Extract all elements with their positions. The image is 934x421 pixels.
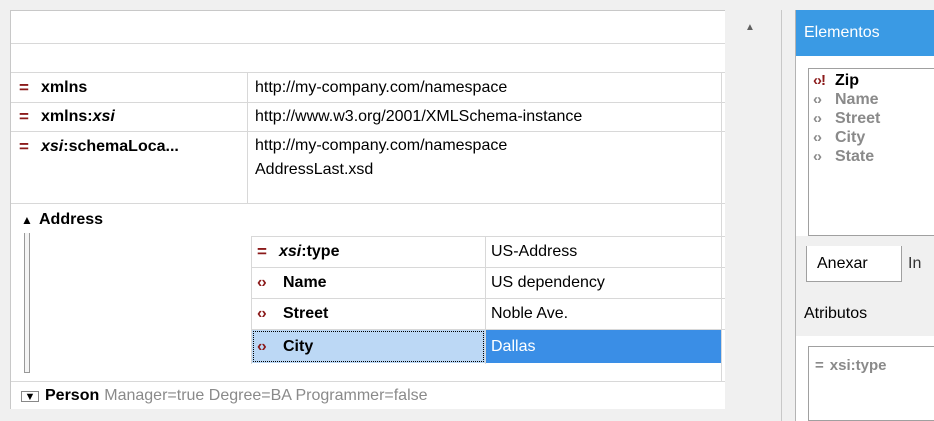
- element-value: Dallas: [491, 337, 536, 355]
- tab-label: Anexar: [817, 254, 868, 272]
- element-list-label: Street: [835, 109, 881, 127]
- attr-schemalocation-value[interactable]: http://my-company.com/namespace AddressL…: [255, 134, 507, 182]
- scroll-up-arrow-icon[interactable]: ▲: [745, 22, 755, 33]
- element-list-item[interactable]: ‹› City: [813, 128, 934, 147]
- attr-xmlns[interactable]: = xmlns: [19, 73, 87, 102]
- element-list-item[interactable]: ‹› State: [813, 147, 934, 166]
- element-list-label: City: [835, 128, 866, 146]
- element-list-label: Zip: [835, 71, 859, 89]
- element-name: Street: [283, 305, 329, 322]
- attribute-icon: =: [815, 357, 824, 374]
- attr-schemalocation[interactable]: = xsi:schemaLoca...: [19, 132, 179, 161]
- element-icon: ‹›: [257, 337, 267, 355]
- xml-grid-view[interactable]: = xmlns http://my-company.com/namespace …: [10, 10, 725, 409]
- tab-insert[interactable]: In: [908, 246, 934, 282]
- element-list-item[interactable]: ‹›! Zip: [813, 71, 934, 90]
- attr-value: http://my-company.com/namespace: [255, 78, 508, 96]
- elements-list[interactable]: ‹›! Zip ‹› Name ‹› Street ‹› City ‹› Sta…: [808, 68, 934, 236]
- triangle-down-icon[interactable]: ▼: [21, 390, 39, 402]
- element-icon: ‹›: [813, 129, 822, 146]
- attr-name: xsi: [92, 108, 115, 125]
- attribute-icon: =: [257, 242, 267, 261]
- element-list-item[interactable]: ‹› Name: [813, 90, 934, 109]
- attr-name: xmlns: [41, 78, 88, 96]
- attr-xmlns-value[interactable]: http://my-company.com/namespace: [255, 73, 507, 102]
- attribute-icon: =: [19, 136, 29, 156]
- element-icon: ‹›: [813, 110, 822, 127]
- element-value: Noble Ave.: [491, 305, 569, 322]
- collapse-bar[interactable]: [24, 233, 30, 373]
- attribute-list-item[interactable]: xsi:type: [830, 357, 887, 374]
- attr-prefix: xsi: [41, 137, 64, 155]
- element-icon: ‹›: [813, 91, 822, 108]
- element-name: Person: [45, 387, 100, 404]
- element-summary: Manager=true Degree=BA Programmer=false: [104, 387, 428, 404]
- attr-prefix: xmlns:: [41, 108, 93, 125]
- attr-name: :type: [301, 243, 340, 260]
- triangle-up-icon[interactable]: ▲: [21, 213, 39, 227]
- tab-anexar[interactable]: Anexar: [806, 246, 902, 282]
- attr-prefix: xsi: [279, 243, 302, 260]
- address-attr-xsi-type[interactable]: = xsi:type: [257, 237, 339, 267]
- vertical-scrollbar[interactable]: ▲: [733, 10, 782, 421]
- element-name: City: [283, 337, 314, 355]
- attr-value: US-Address: [491, 243, 578, 260]
- address-element-street[interactable]: ‹› Street: [257, 299, 328, 329]
- elements-panel-title: Elementos: [796, 10, 934, 56]
- element-list-label: Name: [835, 90, 879, 108]
- element-person[interactable]: ▼ Person Manager=true Degree=BA Programm…: [21, 384, 428, 408]
- attributes-panel-title: Atributos: [796, 292, 934, 336]
- address-element-city[interactable]: ‹› City: [252, 330, 485, 363]
- attr-value-line: AddressLast.xsd: [255, 161, 374, 178]
- address-element-name[interactable]: ‹› Name: [257, 268, 327, 298]
- tab-label: In: [908, 255, 922, 272]
- element-address[interactable]: ▲ Address: [21, 208, 103, 232]
- element-name: Address: [39, 211, 104, 228]
- attr-xmlns-xsi[interactable]: = xmlns: xsi: [19, 103, 115, 131]
- address-attr-xsi-type-value[interactable]: US-Address: [491, 237, 577, 267]
- entry-helper-panel: Elementos ‹›! Zip ‹› Name ‹› Street ‹› C…: [795, 10, 934, 421]
- element-value: US dependency: [491, 274, 605, 291]
- element-icon: ‹›: [257, 274, 267, 291]
- attr-xmlns-xsi-value[interactable]: http://www.w3.org/2001/XMLSchema-instanc…: [255, 103, 582, 131]
- attr-value: http://www.w3.org/2001/XMLSchema-instanc…: [255, 108, 583, 125]
- attribute-icon: =: [19, 107, 29, 126]
- attributes-list[interactable]: = xsi:type: [808, 346, 934, 421]
- attr-value-line: http://my-company.com/namespace: [255, 137, 508, 154]
- mandatory-element-icon: ‹›!: [813, 72, 826, 89]
- attribute-icon: =: [19, 77, 29, 97]
- element-icon: ‹›: [813, 148, 822, 165]
- attr-name: :schemaLoca...: [63, 137, 179, 155]
- element-list-label: State: [835, 147, 875, 165]
- element-list-item[interactable]: ‹› Street: [813, 109, 934, 128]
- address-element-street-value[interactable]: Noble Ave.: [491, 299, 568, 329]
- insert-mode-tabs: Anexar In: [796, 236, 934, 292]
- element-icon: ‹›: [257, 305, 267, 322]
- element-name: Name: [283, 274, 327, 291]
- address-element-city-value[interactable]: Dallas: [486, 330, 721, 363]
- address-element-name-value[interactable]: US dependency: [491, 268, 605, 298]
